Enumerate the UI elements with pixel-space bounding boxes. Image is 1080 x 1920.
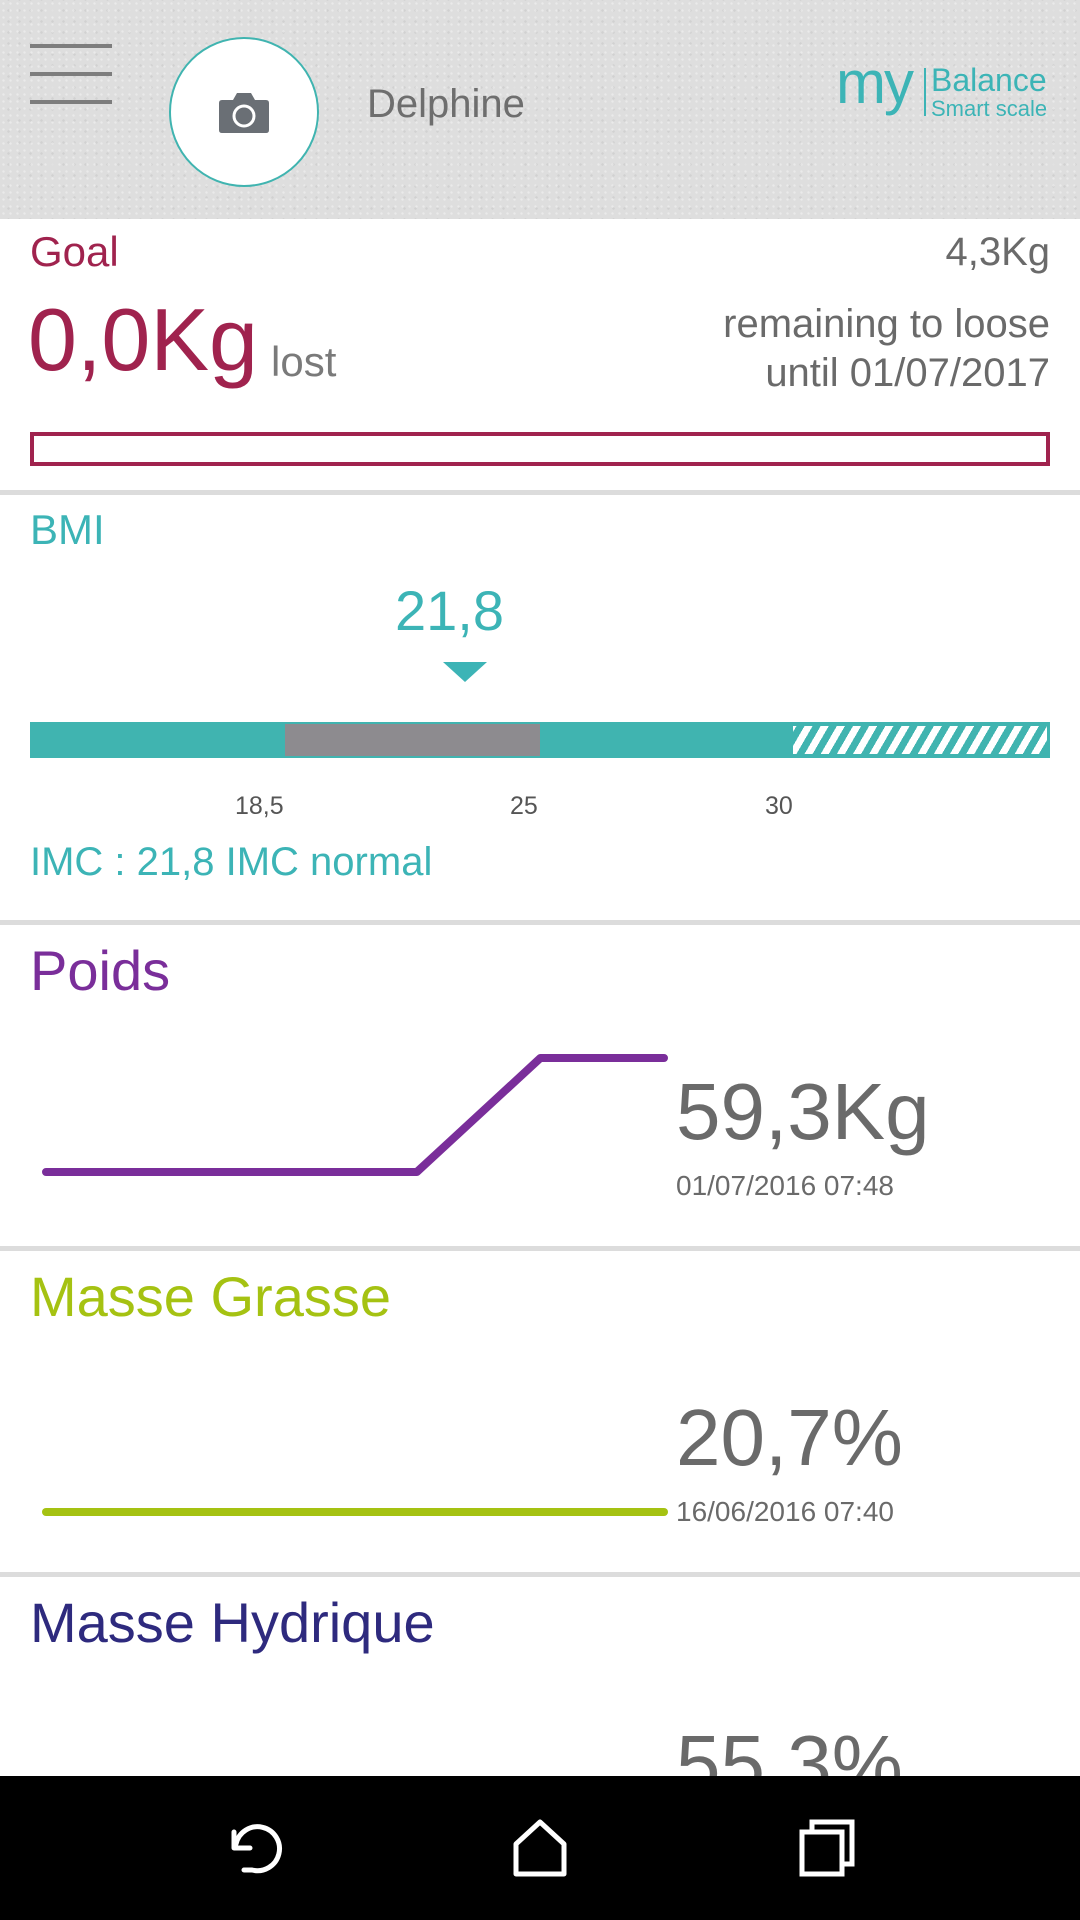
poids-value: 59,3Kg	[676, 1067, 930, 1156]
poids-trend-line	[42, 1054, 668, 1176]
goal-lost-value: 0,0Kg	[28, 290, 258, 389]
masse-grasse-trend-chart	[42, 1508, 668, 1516]
divider	[0, 1246, 1080, 1251]
divider	[0, 490, 1080, 495]
recents-icon[interactable]	[792, 1812, 864, 1884]
bmi-obese-zone	[793, 726, 1047, 754]
bmi-tick-label: 18,5	[235, 792, 284, 820]
bmi-tick-label: 25	[510, 792, 538, 820]
bmi-pointer-icon	[443, 662, 487, 682]
app-logo: my Balance Smart scale	[836, 49, 1048, 121]
divider	[0, 920, 1080, 925]
masse-hydrique-title: Masse Hydrique	[30, 1591, 435, 1654]
poids-trend-chart	[42, 1054, 668, 1176]
goal-remaining-text: remaining to loose until 01/07/2017	[723, 302, 1050, 395]
poids-date: 01/07/2016 07:48	[676, 1170, 894, 1201]
goal-lost-word: lost	[271, 338, 337, 385]
masse-grasse-date: 16/06/2016 07:40	[676, 1496, 894, 1527]
bmi-label: BMI	[30, 506, 105, 553]
camera-icon	[219, 93, 269, 133]
goal-label: Goal	[30, 228, 119, 275]
divider	[0, 1572, 1080, 1577]
menu-icon[interactable]	[30, 44, 112, 104]
avatar[interactable]	[169, 37, 319, 187]
home-icon[interactable]	[504, 1812, 576, 1884]
goal-target-amount: 4,3Kg	[945, 230, 1050, 274]
bmi-tick-label: 30	[765, 792, 793, 820]
bmi-status-text: IMC : 21,8 IMC normal	[30, 840, 433, 884]
header: Delphine my Balance Smart scale	[0, 0, 1080, 219]
username: Delphine	[367, 82, 525, 126]
bmi-scale-bar	[30, 722, 1050, 758]
goal-progress-bar	[30, 432, 1050, 466]
masse-grasse-value: 20,7%	[676, 1393, 903, 1482]
masse-grasse-title: Masse Grasse	[30, 1265, 391, 1328]
bmi-normal-zone	[285, 724, 540, 756]
bmi-value: 21,8	[395, 579, 504, 642]
back-icon[interactable]	[216, 1812, 288, 1884]
poids-title: Poids	[30, 939, 171, 1002]
navigation-bar	[0, 1776, 1080, 1920]
